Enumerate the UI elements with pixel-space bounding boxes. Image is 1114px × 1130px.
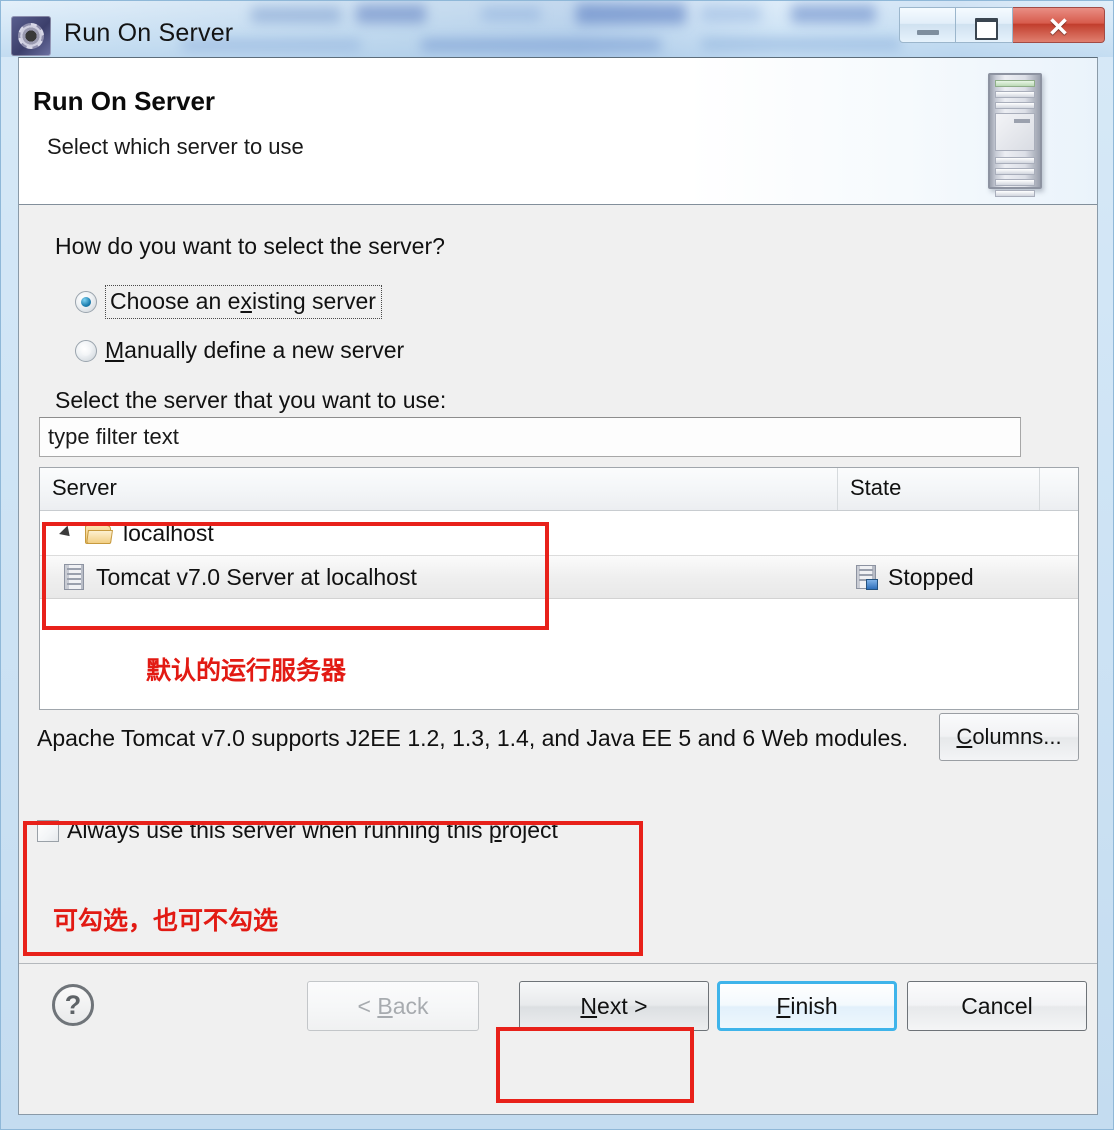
desktop-blur-artifact — [481, 7, 541, 21]
server-graphic-slot — [995, 179, 1035, 186]
desktop-blur-artifact — [701, 38, 901, 50]
tree-state-tomcat: Stopped — [888, 563, 974, 590]
server-graphic-slot — [995, 190, 1035, 197]
desktop-blur-artifact — [576, 4, 686, 24]
server-graphic-slot — [995, 80, 1035, 87]
server-graphic-slot — [995, 168, 1035, 175]
server-graphic-slot — [995, 157, 1035, 164]
dialog-body: How do you want to select the server? Ch… — [19, 205, 1097, 965]
selection-question: How do you want to select the server? — [55, 233, 445, 259]
tree-label-localhost: localhost — [123, 519, 214, 546]
back-button[interactable]: < Back — [307, 981, 479, 1031]
desktop-blur-artifact — [421, 39, 661, 51]
radio-label-choose-existing: Choose an existing server — [105, 285, 382, 319]
radio-manually-define-server[interactable]: Manually define a new server — [75, 337, 404, 364]
window-title-bar[interactable]: Run On Server ✕ — [1, 1, 1113, 57]
page-title: Run On Server — [33, 86, 216, 116]
tree-label-tomcat: Tomcat v7.0 Server at localhost — [96, 563, 417, 590]
tree-cell-state: Stopped — [838, 564, 1040, 591]
server-graphic-slot — [995, 91, 1035, 98]
server-icon — [64, 564, 84, 590]
column-header-state[interactable]: State — [838, 468, 1040, 510]
tree-row-tomcat-server[interactable]: Tomcat v7.0 Server at localhost Stopped — [40, 555, 1078, 599]
annotation-default-server: 默认的运行服务器 — [146, 656, 347, 685]
maximize-icon — [975, 18, 998, 40]
finish-button[interactable]: Finish — [717, 981, 897, 1031]
desktop-blur-artifact — [701, 6, 761, 22]
columns-button[interactable]: Columns... — [939, 713, 1079, 761]
cancel-button[interactable]: Cancel — [907, 981, 1087, 1031]
app-gear-icon — [11, 16, 51, 56]
maximize-button[interactable] — [956, 7, 1013, 43]
help-icon[interactable]: ? — [52, 984, 94, 1026]
server-filter-input[interactable] — [39, 417, 1021, 457]
close-button[interactable]: ✕ — [1013, 7, 1105, 43]
minimize-icon — [917, 30, 939, 35]
tree-cell-name: localhost — [40, 520, 838, 547]
window-title: Run On Server — [64, 19, 234, 47]
dialog-button-bar: ? < Back Next > Finish Cancel — [19, 963, 1097, 1114]
select-server-label: Select the server that you want to use: — [55, 387, 447, 413]
checkbox-indicator — [37, 819, 59, 842]
desktop-blur-artifact — [356, 5, 426, 23]
radio-indicator-on — [75, 291, 97, 313]
page-subtitle: Select which server to use — [47, 134, 304, 159]
server-description: Apache Tomcat v7.0 supports J2EE 1.2, 1.… — [37, 725, 909, 751]
radio-choose-existing-server[interactable]: Choose an existing server — [75, 285, 382, 319]
checkbox-label: Always use this server when running this… — [67, 817, 558, 843]
minimize-button[interactable] — [899, 7, 956, 43]
os-window: Run On Server ✕ Run On Server Select whi… — [0, 0, 1114, 1130]
server-graphic-slot — [995, 102, 1035, 109]
column-header-extra[interactable] — [1040, 468, 1078, 510]
run-on-server-dialog: Run On Server Select which server to use… — [18, 57, 1098, 1115]
expand-collapse-arrow-icon[interactable] — [59, 525, 74, 541]
column-header-server[interactable]: Server — [40, 468, 838, 510]
server-tree-header: Server State — [40, 468, 1078, 511]
gear-icon — [18, 23, 44, 49]
server-graphic-bay — [995, 113, 1035, 151]
desktop-blur-artifact — [251, 7, 341, 23]
close-icon: ✕ — [1047, 12, 1070, 42]
always-use-checkbox[interactable]: Always use this server when running this… — [37, 817, 558, 844]
radio-label-manually-define: Manually define a new server — [105, 337, 405, 363]
next-button[interactable]: Next > — [519, 981, 709, 1031]
radio-indicator-off — [75, 339, 97, 362]
folder-open-icon — [85, 523, 113, 544]
window-controls: ✕ — [899, 7, 1105, 45]
wizard-header: Run On Server Select which server to use — [19, 58, 1097, 205]
server-tower-icon — [988, 73, 1042, 197]
annotation-checkbox-optional: 可勾选，也可不勾选 — [53, 906, 279, 935]
tree-row-localhost[interactable]: localhost — [40, 511, 1078, 555]
desktop-blur-artifact — [791, 5, 876, 23]
tree-cell-name: Tomcat v7.0 Server at localhost — [40, 564, 838, 591]
server-stopped-icon — [856, 565, 878, 590]
